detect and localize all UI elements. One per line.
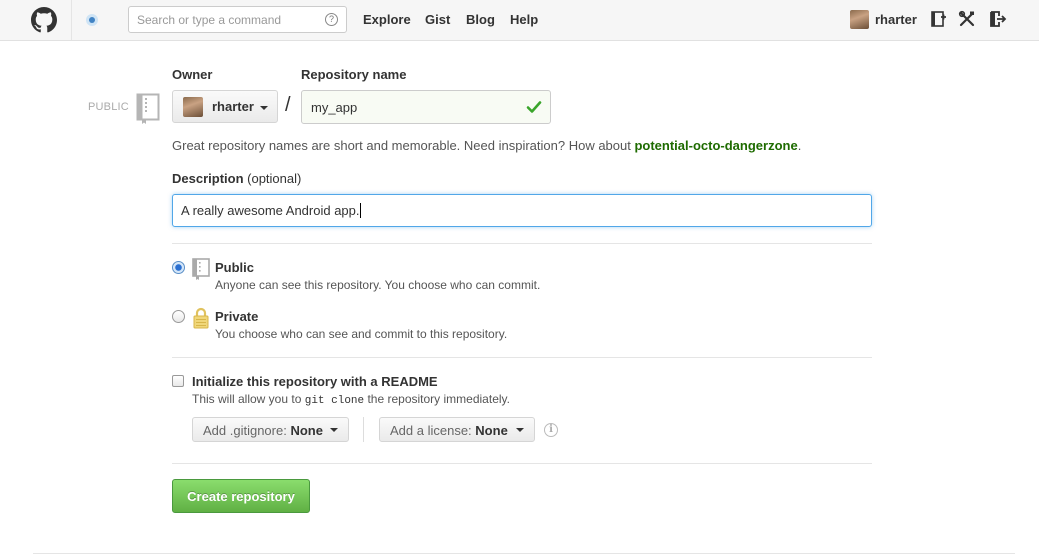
license-dropdown[interactable]: Add a license: None — [379, 417, 535, 442]
owner-label: Owner — [172, 67, 213, 82]
description-label: Description (optional) — [172, 171, 301, 186]
private-desc: You choose who can see and commit to thi… — [215, 327, 508, 341]
divider — [363, 417, 364, 442]
public-title[interactable]: Public — [215, 260, 254, 275]
public-repo-icon — [192, 258, 210, 280]
description-field[interactable]: A really awesome Android app. — [172, 194, 872, 227]
private-radio[interactable] — [172, 310, 185, 323]
divider — [172, 357, 872, 358]
info-icon[interactable]: i — [544, 423, 558, 437]
nav-explore[interactable]: Explore — [363, 12, 411, 27]
name-suggestion-link[interactable]: potential-octo-dangerzone — [634, 138, 797, 153]
owner-name: rharter — [212, 99, 254, 114]
chevron-down-icon — [260, 106, 268, 110]
github-logo-icon[interactable] — [31, 7, 57, 33]
create-repository-label: Create repository — [187, 489, 295, 504]
create-repo-icon[interactable] — [929, 10, 947, 28]
chevron-down-icon — [330, 428, 338, 432]
chevron-down-icon — [516, 428, 524, 432]
top-header: Search or type a command ? Explore Gist … — [0, 0, 1039, 41]
repo-book-icon — [136, 93, 160, 124]
header-username[interactable]: rharter — [875, 12, 917, 27]
nav-gist[interactable]: Gist — [425, 12, 450, 27]
hint-suffix: . — [797, 138, 802, 153]
gitignore-dropdown[interactable]: Add .gitignore: None — [192, 417, 349, 442]
gitignore-label: Add .gitignore: — [203, 423, 287, 438]
check-icon — [526, 101, 542, 113]
header-divider — [71, 0, 72, 40]
repo-name-value[interactable]: my_app — [311, 100, 357, 115]
search-input[interactable]: Search or type a command — [137, 13, 281, 27]
divider — [172, 463, 872, 464]
lock-icon — [193, 307, 209, 329]
license-label: Add a license: — [390, 423, 472, 438]
create-repository-button[interactable]: Create repository — [172, 479, 310, 513]
sign-out-icon[interactable] — [989, 10, 1007, 28]
search-box[interactable]: Search or type a command ? — [128, 6, 347, 33]
repo-name-label: Repository name — [301, 67, 407, 82]
license-value: None — [475, 423, 508, 438]
nav-blog[interactable]: Blog — [466, 12, 495, 27]
readme-desc: This will allow you to git clone the rep… — [192, 392, 510, 407]
footer-divider — [33, 553, 1015, 554]
repo-name-hint: Great repository names are short and mem… — [172, 138, 801, 153]
search-help-icon[interactable]: ? — [325, 13, 338, 26]
readme-title[interactable]: Initialize this repository with a README — [192, 374, 438, 389]
description-optional: (optional) — [247, 171, 302, 186]
gitignore-value: None — [290, 423, 323, 438]
description-value[interactable]: A really awesome Android app. — [181, 203, 361, 218]
hint-text: Great repository names are short and mem… — [172, 138, 635, 153]
user-avatar[interactable] — [850, 10, 869, 29]
readme-desc-code: git clone — [304, 395, 365, 407]
description-label-text: Description — [172, 171, 244, 186]
path-separator: / — [285, 94, 291, 116]
public-radio[interactable] — [172, 261, 185, 274]
readme-desc-suffix: the repository immediately. — [364, 392, 510, 406]
public-desc: Anyone can see this repository. You choo… — [215, 278, 541, 292]
owner-dropdown[interactable]: rharter — [172, 90, 278, 123]
readme-desc-prefix: This will allow you to — [192, 392, 305, 406]
nav-help[interactable]: Help — [510, 12, 538, 27]
notification-indicator-icon[interactable] — [86, 14, 98, 26]
settings-tools-icon[interactable] — [958, 10, 976, 28]
owner-avatar — [183, 97, 203, 117]
license-text: Add a license: None — [390, 423, 508, 438]
visibility-tag: PUBLIC — [88, 101, 129, 113]
readme-checkbox[interactable] — [172, 375, 184, 387]
divider — [172, 243, 872, 244]
private-title[interactable]: Private — [215, 309, 258, 324]
gitignore-text: Add .gitignore: None — [203, 423, 323, 438]
repo-name-field[interactable]: my_app — [301, 90, 551, 124]
